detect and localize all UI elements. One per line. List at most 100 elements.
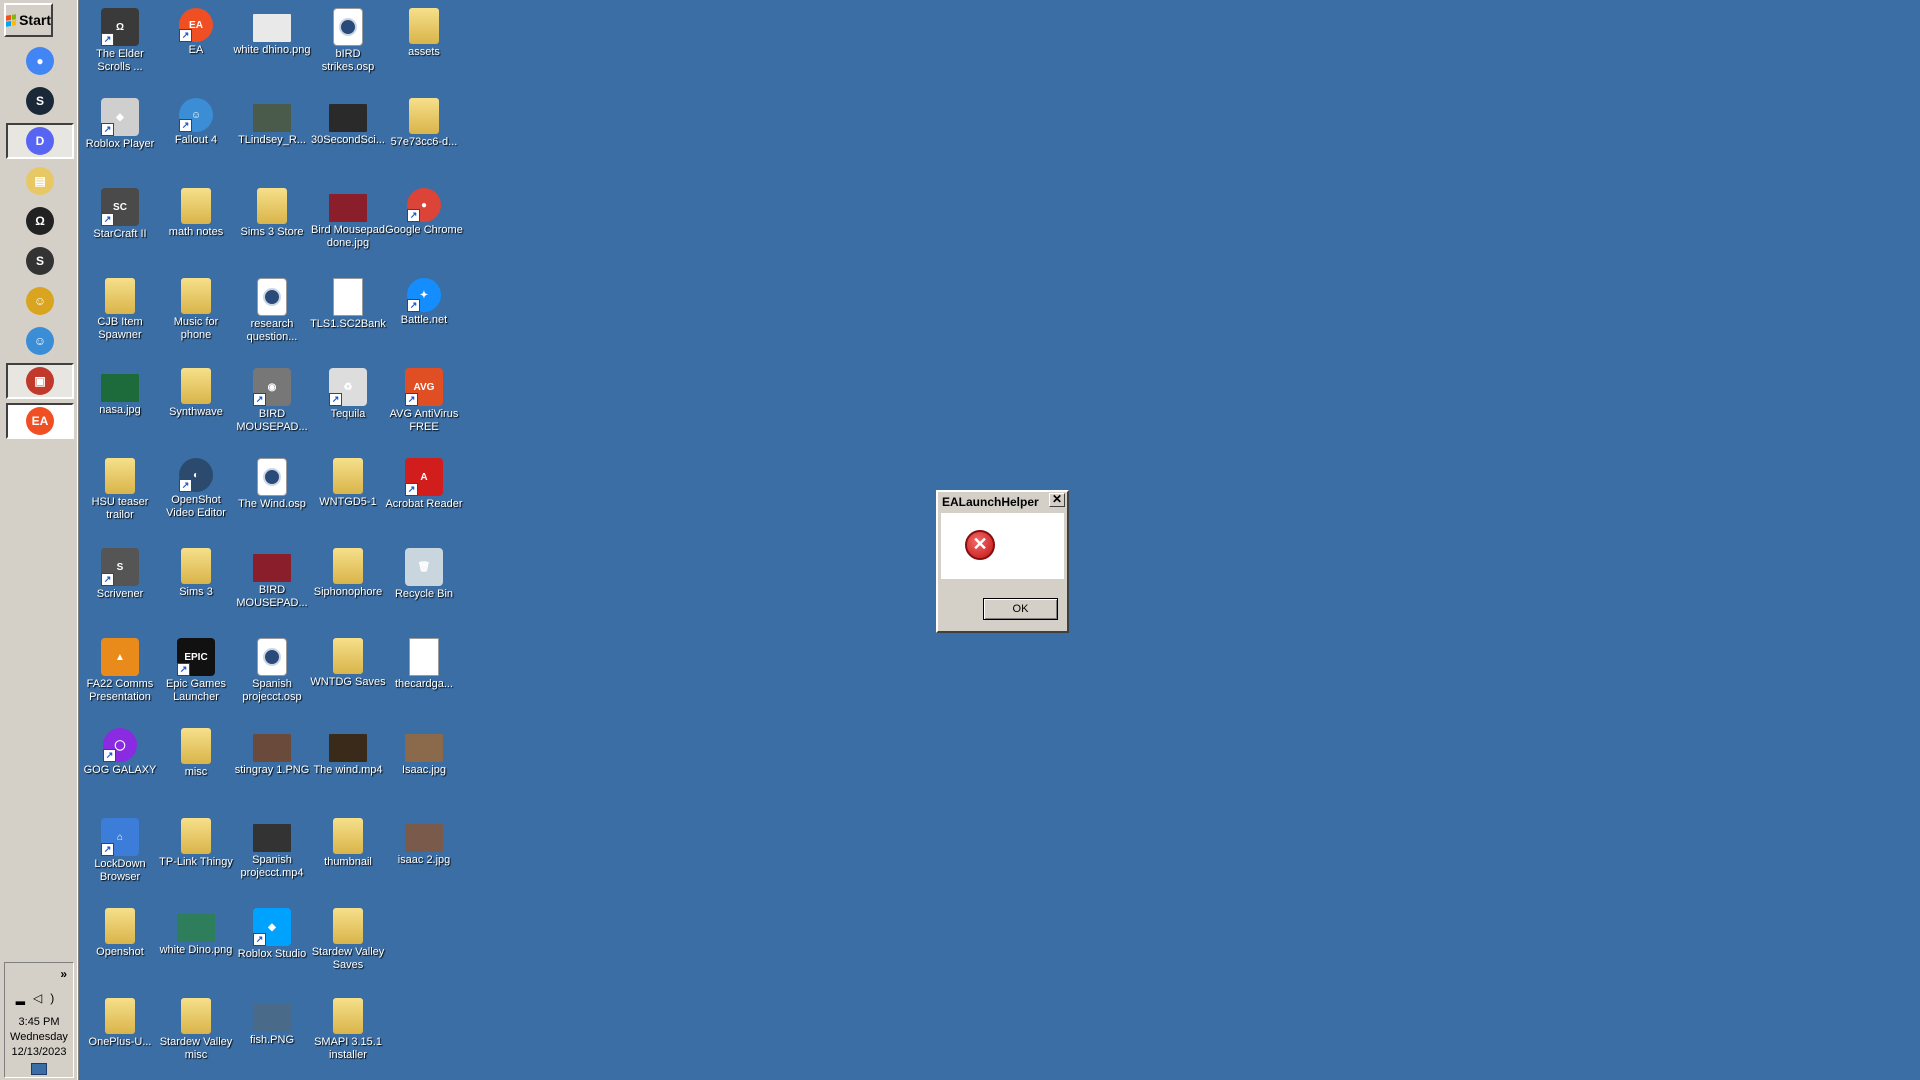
desktop-icon[interactable]: ● ↗ Google Chrome [384, 184, 464, 237]
desktop-icon[interactable]: 30SecondSci... [308, 94, 388, 147]
desktop-icon[interactable]: Openshot [80, 904, 160, 959]
desktop-icon[interactable]: 57e73cc6-d... [384, 94, 464, 149]
app-icon: ⌂ ↗ [101, 818, 139, 856]
file-icon [333, 278, 363, 316]
shortcut-arrow-icon: ↗ [179, 119, 192, 132]
desktop-icon[interactable]: Music for phone [156, 274, 236, 342]
image-file-icon [253, 734, 291, 762]
desktop-icon[interactable]: Synthwave [156, 364, 236, 419]
desktop-icon[interactable]: thecardga... [384, 634, 464, 691]
taskbar-button-7[interactable]: ☺ [6, 323, 74, 359]
folder-icon [181, 278, 211, 314]
openshot-project-icon [257, 458, 287, 496]
ealaunchhelper-dialog: EALaunchHelper ✕ ✕ OK [936, 490, 1069, 633]
app-icon: ◯ ↗ [103, 728, 137, 762]
desktop-icon[interactable]: ☺ ↗ Fallout 4 [156, 94, 236, 147]
desktop-icon[interactable]: HSU teaser trailor [80, 454, 160, 522]
image-file-icon [405, 824, 443, 852]
desktop-icon[interactable]: SC ↗ StarCraft II [80, 184, 160, 241]
elder-scrolls-icon: Ω [26, 207, 54, 235]
desktop-icon[interactable]: Stardew Valley misc [156, 994, 236, 1062]
desktop-icon[interactable]: white Dino.png [156, 904, 236, 957]
desktop-icon[interactable]: Sims 3 [156, 544, 236, 599]
desktop-icon[interactable]: WNTDG Saves [308, 634, 388, 689]
desktop-icon[interactable]: WNTGD5-1 [308, 454, 388, 509]
desktop-icon-label: fish.PNG [249, 1034, 294, 1046]
desktop-icon[interactable]: OnePlus-U... [80, 994, 160, 1049]
desktop-icon[interactable]: S ↗ Scrivener [80, 544, 160, 601]
taskbar-button-9[interactable]: EA [6, 403, 74, 439]
desktop-icon[interactable]: Siphonophore [308, 544, 388, 599]
desktop-icon-label: bIRD strikes.osp [321, 48, 375, 73]
taskbar-button-8[interactable]: ▣ [6, 363, 74, 399]
desktop-icon[interactable]: Bird Mousepad done.jpg [308, 184, 388, 250]
taskbar-button-5[interactable]: S [6, 243, 74, 279]
desktop-icon[interactable]: bIRD strikes.osp [308, 4, 388, 74]
desktop-icon[interactable]: white dhino.png [232, 4, 312, 57]
desktop-icon[interactable]: ⌂ ↗ LockDown Browser [80, 814, 160, 884]
taskbar-button-1[interactable]: S [6, 83, 74, 119]
desktop-icon[interactable]: EA ↗ EA [156, 4, 236, 57]
desktop-icon[interactable]: The Wind.osp [232, 454, 312, 511]
image-file-icon [329, 194, 367, 222]
desktop-icon[interactable]: TLS1.SC2Bank [308, 274, 388, 331]
desktop-icon[interactable]: BIRD MOUSEPAD... [232, 544, 312, 610]
show-hidden-icons-chevron[interactable]: » [60, 967, 67, 981]
close-button[interactable]: ✕ [1049, 493, 1065, 507]
desktop-icon[interactable]: ◆ ↗ Roblox Player [80, 94, 160, 151]
desktop-icon[interactable]: misc [156, 724, 236, 779]
network-icon[interactable]: ▂ [16, 991, 33, 1005]
desktop-icon[interactable]: A ↗ Acrobat Reader [384, 454, 464, 511]
desktop-icon[interactable]: Spanish projecct.mp4 [232, 814, 312, 880]
desktop-icon[interactable]: CJB Item Spawner [80, 274, 160, 342]
desktop-icon[interactable]: ▲ FA22 Comms Presentation [80, 634, 160, 704]
desktop-icon[interactable]: research question... [232, 274, 312, 344]
taskbar-button-3[interactable]: ▤ [6, 163, 74, 199]
show-desktop-icon[interactable] [31, 1063, 47, 1075]
tray-icons: ▂◁) [5, 991, 73, 1005]
desktop-icon[interactable]: SMAPI 3.15.1 installer [308, 994, 388, 1062]
desktop-icon[interactable]: isaac 2.jpg [384, 814, 464, 867]
desktop-icon[interactable]: ◆ ↗ Roblox Studio [232, 904, 312, 961]
ok-button[interactable]: OK [983, 598, 1058, 620]
desktop-icon[interactable]: fish.PNG [232, 994, 312, 1047]
desktop-icon[interactable]: ◯ ↗ GOG GALAXY [80, 724, 160, 777]
desktop-icon[interactable]: 🗑 Recycle Bin [384, 544, 464, 601]
ea-icon: EA [26, 407, 54, 435]
shortcut-arrow-icon: ↗ [407, 209, 420, 222]
desktop-icon[interactable]: TP-Link Thingy [156, 814, 236, 869]
taskbar-button-0[interactable]: ● [6, 43, 74, 79]
desktop-icon[interactable]: Stardew Valley Saves [308, 904, 388, 972]
app-icon: EPIC ↗ [177, 638, 215, 676]
folder-icon [181, 188, 211, 224]
desktop-icon[interactable]: Isaac.jpg [384, 724, 464, 777]
start-button[interactable]: Start [4, 3, 53, 37]
desktop-icon-label: Acrobat Reader [385, 498, 463, 510]
desktop-icon-label: Recycle Bin [394, 588, 454, 600]
desktop-icon-label: FA22 Comms Presentation [86, 678, 154, 703]
desktop-icon[interactable]: Ω ↗ The Elder Scrolls ... [80, 4, 160, 74]
desktop-icon[interactable]: Sims 3 Store [232, 184, 312, 239]
volume-icon[interactable]: ◁) [33, 991, 62, 1005]
desktop-icon[interactable]: ✦ ↗ Battle.net [384, 274, 464, 327]
desktop-icon[interactable]: nasa.jpg [80, 364, 160, 417]
desktop-icon[interactable]: thumbnail [308, 814, 388, 869]
dialog-title-bar[interactable]: EALaunchHelper [939, 493, 1066, 511]
desktop-icon[interactable]: The wind.mp4 [308, 724, 388, 777]
desktop-icon-label: Sims 3 Store [240, 226, 304, 238]
desktop-icon[interactable]: TLindsey_R... [232, 94, 312, 147]
desktop-icon[interactable]: ◐ ↗ OpenShot Video Editor [156, 454, 236, 520]
desktop-icon[interactable]: AVG ↗ AVG AntiVirus FREE [384, 364, 464, 434]
desktop-icon[interactable]: assets [384, 4, 464, 59]
desktop-icon[interactable]: ♻ ↗ Tequila [308, 364, 388, 421]
desktop-icon[interactable]: ◉ ↗ BIRD MOUSEPAD... [232, 364, 312, 434]
taskbar-button-6[interactable]: ☺ [6, 283, 74, 319]
desktop-icon[interactable]: Spanish projecct.osp [232, 634, 312, 704]
desktop-icon[interactable]: math notes [156, 184, 236, 239]
fallout-icon: ☺ [26, 287, 54, 315]
taskbar-button-2[interactable]: D [6, 123, 74, 159]
taskbar-button-4[interactable]: Ω [6, 203, 74, 239]
desktop-icon[interactable]: stingray 1.PNG [232, 724, 312, 777]
desktop-icon[interactable]: EPIC ↗ Epic Games Launcher [156, 634, 236, 704]
clock[interactable]: 3:45 PM Wednesday 12/13/2023 [5, 1015, 73, 1060]
